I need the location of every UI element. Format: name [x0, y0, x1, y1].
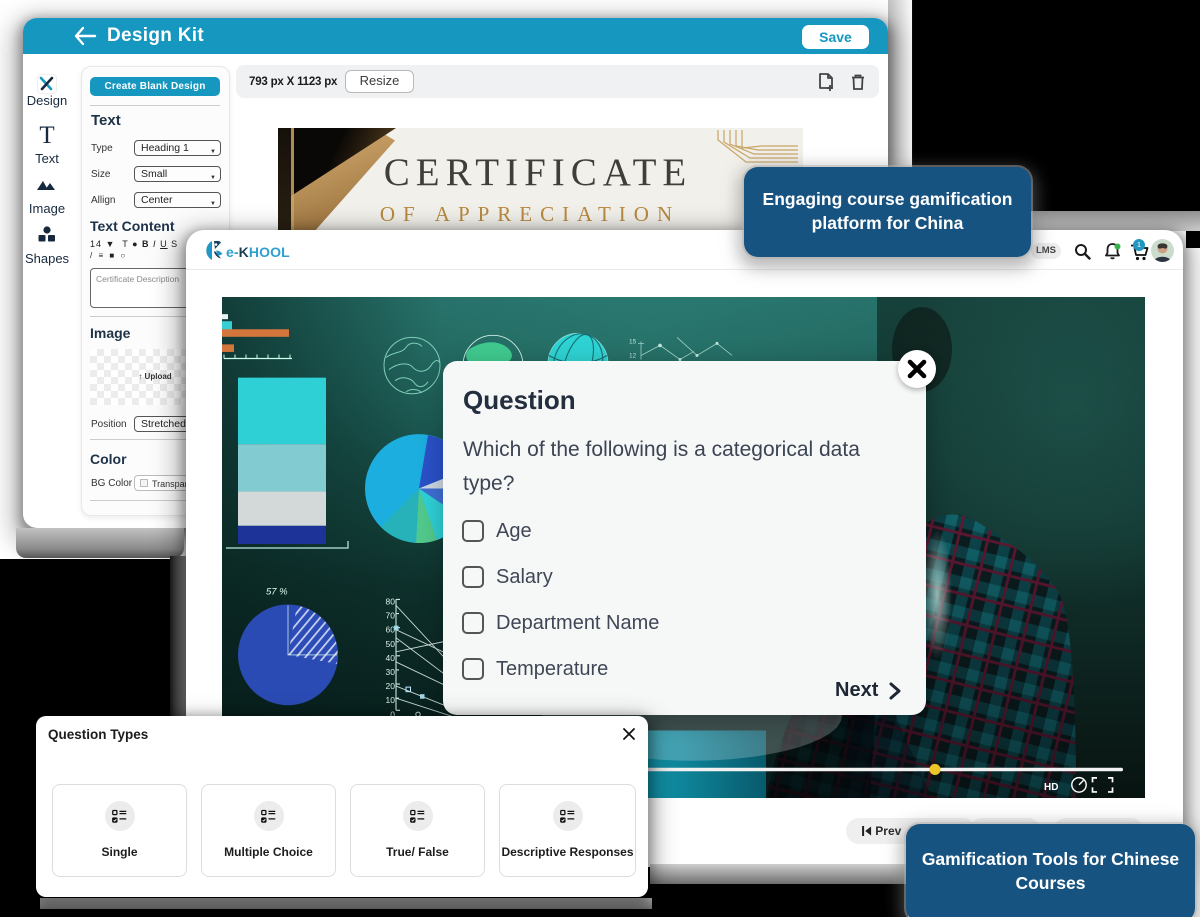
svg-text:10: 10: [386, 695, 396, 705]
svg-text:40: 40: [386, 653, 396, 663]
svg-text:30: 30: [386, 667, 396, 677]
svg-text:60: 60: [386, 625, 396, 635]
svg-text:80: 80: [386, 596, 396, 606]
svg-text:HD: HD: [1044, 782, 1058, 793]
svg-text:15: 15: [629, 338, 637, 345]
svg-text:20: 20: [386, 681, 396, 691]
svg-text:70: 70: [386, 611, 396, 621]
svg-text:50: 50: [386, 639, 396, 649]
svg-text:57 %: 57 %: [266, 586, 288, 597]
svg-text:12: 12: [629, 352, 637, 359]
